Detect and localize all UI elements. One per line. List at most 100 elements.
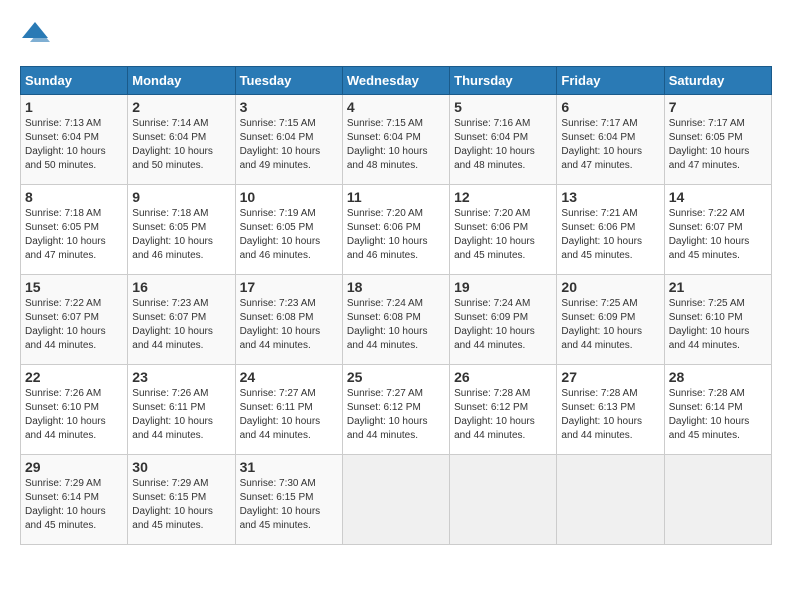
day-number: 20 xyxy=(561,279,659,295)
day-number: 31 xyxy=(240,459,338,475)
day-number: 18 xyxy=(347,279,445,295)
day-info: Sunrise: 7:20 AM Sunset: 6:06 PM Dayligh… xyxy=(347,207,445,263)
logo xyxy=(20,20,54,56)
calendar-day-cell: 25 Sunrise: 7:27 AM Sunset: 6:12 PM Dayli… xyxy=(342,365,449,455)
day-number: 17 xyxy=(240,279,338,295)
weekday-header-cell: Saturday xyxy=(664,67,771,95)
day-info: Sunrise: 7:28 AM Sunset: 6:14 PM Dayligh… xyxy=(669,387,767,443)
weekday-header-cell: Monday xyxy=(128,67,235,95)
calendar-week-row: 15 Sunrise: 7:22 AM Sunset: 6:07 PM Dayli… xyxy=(21,275,772,365)
day-number: 22 xyxy=(25,369,123,385)
calendar-day-cell: 26Sunrise: 7:28 AM Sunset: 6:12 PM Dayli… xyxy=(450,365,557,455)
weekday-header-row: SundayMondayTuesdayWednesdayThursdayFrid… xyxy=(21,67,772,95)
calendar-week-row: 8 Sunrise: 7:18 AM Sunset: 6:05 PM Daylig… xyxy=(21,185,772,275)
weekday-header-cell: Friday xyxy=(557,67,664,95)
day-info: Sunrise: 7:18 AM Sunset: 6:05 PM Dayligh… xyxy=(132,207,230,263)
calendar-day-cell: 7Sunrise: 7:17 AM Sunset: 6:05 PM Daylig… xyxy=(664,95,771,185)
calendar-day-cell: 13 Sunrise: 7:21 AM Sunset: 6:06 PM Dayli… xyxy=(557,185,664,275)
weekday-header-cell: Wednesday xyxy=(342,67,449,95)
calendar-day-cell: 14Sunrise: 7:22 AM Sunset: 6:07 PM Dayli… xyxy=(664,185,771,275)
day-number: 30 xyxy=(132,459,230,475)
day-number: 10 xyxy=(240,189,338,205)
day-info: Sunrise: 7:16 AM Sunset: 6:04 PM Dayligh… xyxy=(454,117,552,173)
day-number: 1 xyxy=(25,99,123,115)
calendar-day-cell xyxy=(450,455,557,545)
day-number: 15 xyxy=(25,279,123,295)
calendar-day-cell: 29 Sunrise: 7:29 AM Sunset: 6:14 PM Dayli… xyxy=(21,455,128,545)
calendar-day-cell xyxy=(557,455,664,545)
day-number: 13 xyxy=(561,189,659,205)
weekday-header-cell: Sunday xyxy=(21,67,128,95)
day-info: Sunrise: 7:25 AM Sunset: 6:10 PM Dayligh… xyxy=(669,297,767,353)
calendar-day-cell: 20 Sunrise: 7:25 AM Sunset: 6:09 PM Dayli… xyxy=(557,275,664,365)
day-number: 3 xyxy=(240,99,338,115)
calendar-body: 1Sunrise: 7:13 AM Sunset: 6:04 PM Daylig… xyxy=(21,95,772,545)
day-number: 8 xyxy=(25,189,123,205)
day-number: 9 xyxy=(132,189,230,205)
day-info: Sunrise: 7:30 AM Sunset: 6:15 PM Dayligh… xyxy=(240,477,338,533)
weekday-header-cell: Tuesday xyxy=(235,67,342,95)
day-info: Sunrise: 7:22 AM Sunset: 6:07 PM Dayligh… xyxy=(25,297,123,353)
day-number: 2 xyxy=(132,99,230,115)
day-number: 16 xyxy=(132,279,230,295)
day-number: 24 xyxy=(240,369,338,385)
day-info: Sunrise: 7:26 AM Sunset: 6:10 PM Dayligh… xyxy=(25,387,123,443)
day-number: 4 xyxy=(347,99,445,115)
calendar-day-cell: 22 Sunrise: 7:26 AM Sunset: 6:10 PM Dayli… xyxy=(21,365,128,455)
calendar-day-cell: 24 Sunrise: 7:27 AM Sunset: 6:11 PM Dayli… xyxy=(235,365,342,455)
day-number: 21 xyxy=(669,279,767,295)
calendar-day-cell: 4 Sunrise: 7:15 AM Sunset: 6:04 PM Daylig… xyxy=(342,95,449,185)
day-info: Sunrise: 7:18 AM Sunset: 6:05 PM Dayligh… xyxy=(25,207,123,263)
day-number: 28 xyxy=(669,369,767,385)
day-info: Sunrise: 7:24 AM Sunset: 6:09 PM Dayligh… xyxy=(454,297,552,353)
day-number: 23 xyxy=(132,369,230,385)
day-info: Sunrise: 7:26 AM Sunset: 6:11 PM Dayligh… xyxy=(132,387,230,443)
calendar-day-cell: 8 Sunrise: 7:18 AM Sunset: 6:05 PM Daylig… xyxy=(21,185,128,275)
day-info: Sunrise: 7:23 AM Sunset: 6:07 PM Dayligh… xyxy=(132,297,230,353)
calendar-day-cell: 19 Sunrise: 7:24 AM Sunset: 6:09 PM Dayli… xyxy=(450,275,557,365)
calendar-day-cell: 3 Sunrise: 7:15 AM Sunset: 6:04 PM Daylig… xyxy=(235,95,342,185)
calendar-day-cell: 5 Sunrise: 7:16 AM Sunset: 6:04 PM Daylig… xyxy=(450,95,557,185)
calendar-day-cell: 15 Sunrise: 7:22 AM Sunset: 6:07 PM Dayli… xyxy=(21,275,128,365)
day-info: Sunrise: 7:27 AM Sunset: 6:11 PM Dayligh… xyxy=(240,387,338,443)
day-info: Sunrise: 7:14 AM Sunset: 6:04 PM Dayligh… xyxy=(132,117,230,173)
header xyxy=(20,20,772,56)
day-info: Sunrise: 7:21 AM Sunset: 6:06 PM Dayligh… xyxy=(561,207,659,263)
logo-icon xyxy=(20,20,50,56)
calendar-day-cell: 9 Sunrise: 7:18 AM Sunset: 6:05 PM Daylig… xyxy=(128,185,235,275)
day-number: 5 xyxy=(454,99,552,115)
day-info: Sunrise: 7:28 AM Sunset: 6:12 PM Dayligh… xyxy=(454,387,552,443)
day-info: Sunrise: 7:27 AM Sunset: 6:12 PM Dayligh… xyxy=(347,387,445,443)
day-number: 29 xyxy=(25,459,123,475)
day-number: 14 xyxy=(669,189,767,205)
calendar-table: SundayMondayTuesdayWednesdayThursdayFrid… xyxy=(20,66,772,545)
day-info: Sunrise: 7:29 AM Sunset: 6:15 PM Dayligh… xyxy=(132,477,230,533)
day-number: 12 xyxy=(454,189,552,205)
day-info: Sunrise: 7:20 AM Sunset: 6:06 PM Dayligh… xyxy=(454,207,552,263)
day-info: Sunrise: 7:29 AM Sunset: 6:14 PM Dayligh… xyxy=(25,477,123,533)
day-info: Sunrise: 7:15 AM Sunset: 6:04 PM Dayligh… xyxy=(240,117,338,173)
day-number: 7 xyxy=(669,99,767,115)
day-number: 27 xyxy=(561,369,659,385)
calendar-week-row: 29 Sunrise: 7:29 AM Sunset: 6:14 PM Dayli… xyxy=(21,455,772,545)
day-info: Sunrise: 7:15 AM Sunset: 6:04 PM Dayligh… xyxy=(347,117,445,173)
calendar-day-cell: 6 Sunrise: 7:17 AM Sunset: 6:04 PM Daylig… xyxy=(557,95,664,185)
calendar-day-cell: 30 Sunrise: 7:29 AM Sunset: 6:15 PM Dayli… xyxy=(128,455,235,545)
day-info: Sunrise: 7:23 AM Sunset: 6:08 PM Dayligh… xyxy=(240,297,338,353)
calendar-day-cell: 18Sunrise: 7:24 AM Sunset: 6:08 PM Dayli… xyxy=(342,275,449,365)
day-info: Sunrise: 7:17 AM Sunset: 6:04 PM Dayligh… xyxy=(561,117,659,173)
day-info: Sunrise: 7:28 AM Sunset: 6:13 PM Dayligh… xyxy=(561,387,659,443)
calendar-day-cell: 2 Sunrise: 7:14 AM Sunset: 6:04 PM Daylig… xyxy=(128,95,235,185)
calendar-day-cell: 27 Sunrise: 7:28 AM Sunset: 6:13 PM Dayli… xyxy=(557,365,664,455)
day-info: Sunrise: 7:25 AM Sunset: 6:09 PM Dayligh… xyxy=(561,297,659,353)
calendar-day-cell: 28 Sunrise: 7:28 AM Sunset: 6:14 PM Dayli… xyxy=(664,365,771,455)
calendar-day-cell: 1Sunrise: 7:13 AM Sunset: 6:04 PM Daylig… xyxy=(21,95,128,185)
day-number: 19 xyxy=(454,279,552,295)
day-number: 6 xyxy=(561,99,659,115)
day-number: 25 xyxy=(347,369,445,385)
day-info: Sunrise: 7:19 AM Sunset: 6:05 PM Dayligh… xyxy=(240,207,338,263)
calendar-day-cell xyxy=(664,455,771,545)
calendar-day-cell: 12 Sunrise: 7:20 AM Sunset: 6:06 PM Dayli… xyxy=(450,185,557,275)
calendar-day-cell: 16 Sunrise: 7:23 AM Sunset: 6:07 PM Dayli… xyxy=(128,275,235,365)
calendar-day-cell: 23 Sunrise: 7:26 AM Sunset: 6:11 PM Dayli… xyxy=(128,365,235,455)
